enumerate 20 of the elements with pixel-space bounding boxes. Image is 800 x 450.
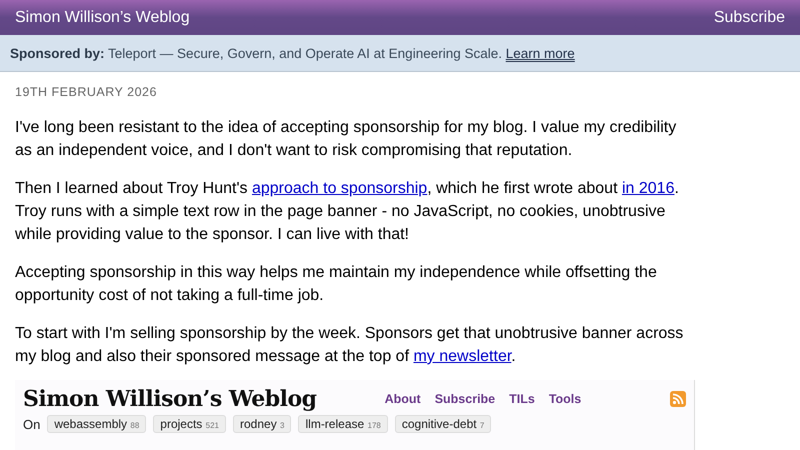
rss-icon — [670, 391, 686, 407]
paragraph: To start with I'm selling sponsorship by the week. Sponsors get that unobtrusive banner across my blog and also their sponsored message at the top of my newsletter. — [15, 324, 684, 367]
screenshot-title: Simon Willison’s Weblog — [23, 386, 317, 412]
paragraph: Accepting sponsorship in this way helps me maintain my independence while offsetting the opportunity cost of not taking a full-time job. — [15, 263, 658, 306]
site-title[interactable]: Simon Willison’s Weblog — [15, 8, 190, 26]
sponsor-text: Sponsored by: Teleport — Secure, Govern, and Operate AI at Engineering Scale. Learn more — [10, 46, 575, 60]
learn-more-link[interactable]: Learn more — [506, 46, 575, 60]
on-label: On — [23, 416, 40, 432]
link[interactable]: my newsletter — [413, 348, 512, 365]
tag: cognitive-debt 7 — [394, 415, 492, 433]
tag: llm-release 178 — [298, 415, 388, 433]
paragraph: Then I learned about Troy Hunt's approach to sponsorship, which he first wrote about in 2016. Troy runs with a simple text row in the page banner - no JavaScript, no cookies, unobtrusive while providing value to the sponsor. I can live with that! — [15, 179, 680, 245]
post-date: 19TH FEBRUARY 2026 — [15, 85, 158, 99]
subscribe-link[interactable]: Subscribe — [714, 8, 785, 26]
paragraph: I've long been resistant to the idea of accepting sponsorship for my blog. I value my credibility as an independent voice, and I don't want to risk compromising that reputation. — [15, 118, 678, 161]
link[interactable]: approach to sponsorship — [252, 180, 428, 197]
link[interactable]: in 2016 — [622, 180, 674, 197]
tag: projects 521 — [153, 415, 226, 433]
tag: rodney 3 — [233, 415, 292, 433]
tag: webassembly 88 — [47, 415, 146, 433]
